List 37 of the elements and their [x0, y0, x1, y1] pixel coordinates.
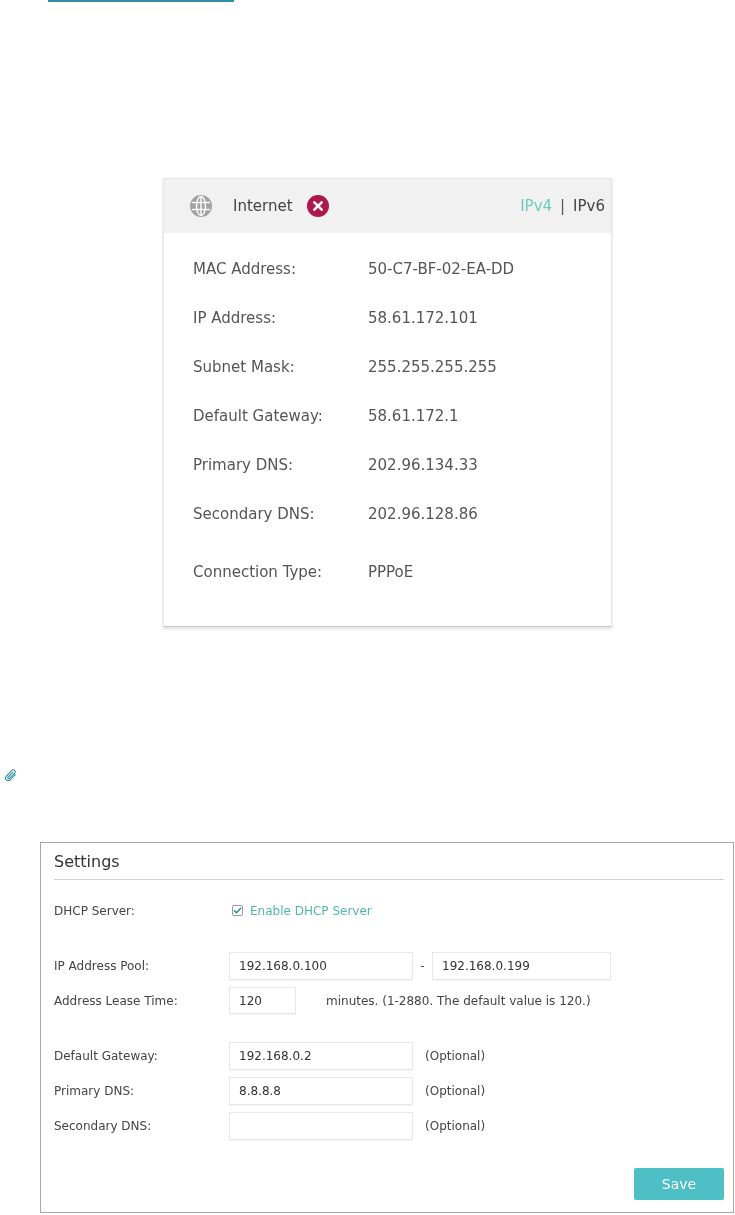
field-label: IP Address Pool:: [54, 957, 151, 975]
field-label: Address Lease Time:: [54, 992, 179, 1010]
info-label: IP Address:: [193, 308, 278, 330]
input-field[interactable]: 8.8.8.8: [229, 1076, 413, 1105]
field-label: Primary DNS:: [54, 1082, 136, 1100]
info-label: Secondary DNS:: [193, 504, 316, 526]
info-value: 202.96.134.33: [368, 455, 478, 477]
field-label: Default Gateway:: [54, 1047, 159, 1065]
info-label: Primary DNS:: [193, 455, 295, 477]
field-hint: (Optional): [425, 1117, 486, 1135]
range-separator: -: [419, 957, 426, 975]
info-label: Subnet Mask:: [193, 357, 296, 379]
info-value: PPPoE: [368, 562, 414, 584]
tab-separator: |: [560, 195, 566, 217]
info-value: 58.61.172.1: [368, 406, 459, 428]
info-label: Connection Type:: [193, 562, 324, 584]
checkbox[interactable]: [232, 905, 243, 916]
ip-version-tab[interactable]: IPv6: [573, 194, 605, 218]
info-label: Default Gateway:: [193, 406, 324, 428]
field-hint: (Optional): [425, 1082, 486, 1100]
info-value: 202.96.128.86: [368, 504, 478, 526]
input-field[interactable]: 120: [229, 987, 296, 1014]
field-label: DHCP Server:: [54, 902, 136, 920]
field-hint: (Optional): [425, 1047, 486, 1065]
card-title: Internet: [233, 195, 293, 217]
globe-icon: [190, 195, 212, 217]
info-label: MAC Address:: [193, 259, 297, 281]
panel-title: Settings: [54, 852, 121, 872]
field-label: Secondary DNS:: [54, 1117, 153, 1135]
input-field[interactable]: 192.168.0.100: [229, 951, 413, 980]
paperclip-icon: [5, 769, 17, 782]
info-value: 50-C7-BF-02-EA-DD: [368, 259, 515, 281]
info-value: 58.61.172.101: [368, 308, 478, 330]
input-field[interactable]: 192.168.0.199: [432, 951, 611, 980]
field-hint: minutes. (1-2880. The default value is 120.): [326, 992, 591, 1010]
info-value: 255.255.255.255: [368, 357, 497, 379]
input-field[interactable]: 192.168.0.2: [229, 1041, 413, 1070]
